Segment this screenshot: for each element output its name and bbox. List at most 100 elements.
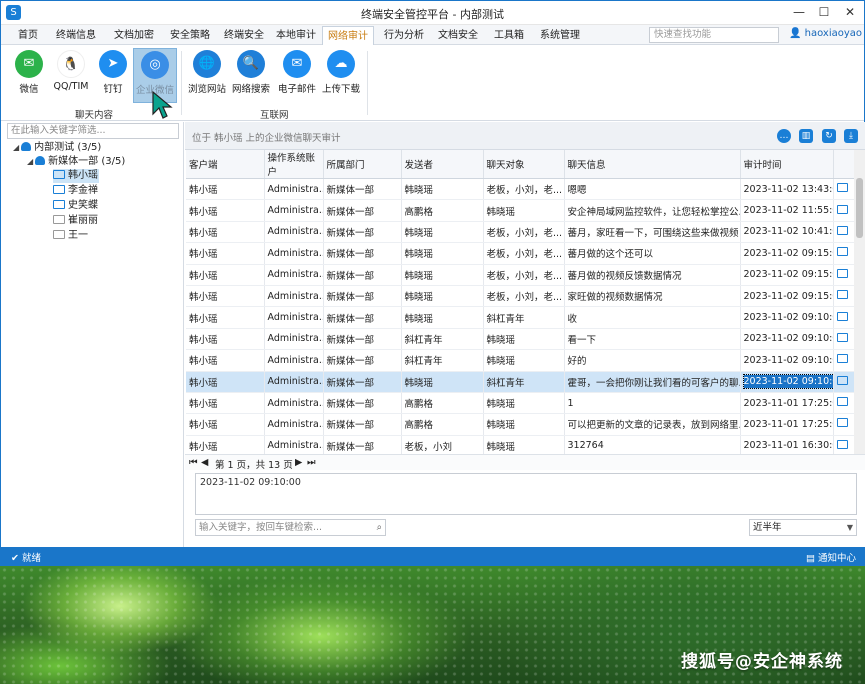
table-cell: 老板，小刘 [401, 435, 484, 454]
maximize-button[interactable]: ☐ [811, 3, 837, 21]
table-cell: 收 [564, 306, 741, 329]
search-icon[interactable]: ⌕ [377, 520, 382, 535]
username: haoxiaoyao ▾ [804, 28, 865, 39]
screen-view-icon[interactable] [833, 371, 854, 393]
table-cell: 高鹏格 [401, 199, 484, 222]
menu-terminal-info[interactable]: 终端信息 [47, 26, 105, 45]
column-header[interactable]: 操作系统账户 [264, 150, 324, 179]
screen-view-icon[interactable] [833, 435, 854, 454]
screen-view-icon[interactable] [833, 328, 854, 351]
tree-node-pc[interactable]: 史笑蝶 [53, 199, 98, 213]
menu-home[interactable]: 首页 [9, 26, 47, 45]
ribbon-web-search-button[interactable]: 🔍 网络搜索 [229, 48, 273, 103]
download-icon[interactable]: ⤓ [844, 129, 858, 143]
table-row[interactable]: 韩小瑶 Administra... 新媒体一部 韩晓瑶 老板，小刘，老... 家旺做的视频… [186, 285, 854, 308]
web-search-icon: 🔍 [237, 50, 265, 78]
column-header[interactable]: 审计时间 [740, 150, 834, 179]
tree-node-pc[interactable]: 韩小瑶 [53, 169, 99, 183]
screen-view-icon[interactable] [833, 221, 854, 244]
dingtalk-icon: ➤ [99, 50, 127, 78]
column-header[interactable]: 聊天信息 [564, 150, 741, 179]
collapse-icon[interactable]: ◢ [27, 157, 33, 166]
tree-node-org[interactable]: ◢ 内部测试 (3/5) [13, 141, 101, 155]
keyword-search-input[interactable]: 输入关键字，按回车键检索... ⌕ [195, 519, 386, 536]
menu-security-policy[interactable]: 安全策略 [161, 26, 219, 45]
table-row[interactable]: 韩小瑶 Administra... 新媒体一部 韩晓瑶 老板，小刘，老... 嗯嗯 2023… [186, 178, 854, 201]
scrollbar-thumb[interactable] [856, 178, 863, 238]
table-row[interactable]: 韩小瑶 Administra... 新媒体一部 高鹏格 韩晓瑶 安企神局域网监控软件，让您… [186, 199, 854, 222]
screen-view-icon[interactable] [833, 199, 854, 222]
table-scrollbar[interactable] [854, 150, 865, 454]
ribbon-browse-web-button[interactable]: 🌐 浏览网站 [185, 48, 229, 103]
ribbon-upload-download-button[interactable]: ☁ 上传下载 [319, 48, 363, 103]
prev-page-icon[interactable]: ◀ [201, 457, 208, 468]
columns-icon[interactable]: ▥ [799, 129, 813, 143]
ribbon-qq-button[interactable]: 🐧 QQ/TIM [49, 48, 93, 103]
first-page-icon[interactable]: ⏮ [189, 457, 198, 468]
ribbon-wechat-button[interactable]: ✉ 微信 [7, 48, 51, 103]
menu-behavior-analysis[interactable]: 行为分析 [377, 26, 431, 45]
screen-view-icon[interactable] [833, 264, 854, 286]
table-row[interactable]: 韩小瑶 Administra... 新媒体一部 韩晓瑶 斜杠青年 霍哥，一会把你刚让我们看… [186, 371, 854, 393]
column-header[interactable]: 客户端 [186, 150, 265, 179]
notification-center[interactable]: ▤ 通知中心 [806, 550, 856, 564]
table-row[interactable]: 韩小瑶 Administra... 新媒体一部 斜杠青年 韩晓瑶 好的 2023-11-02… [186, 349, 854, 372]
ribbon-group-internet-label: 互联网 [260, 110, 289, 121]
screen-view-icon[interactable] [833, 285, 854, 308]
menu-bar: 首页 终端信息 文档加密 安全策略 终端安全 本地审计 网络审计 行为分析 文档… [1, 25, 865, 45]
tree-node-pc[interactable]: 李金禅 [53, 184, 98, 198]
column-header[interactable]: 所属部门 [323, 150, 402, 179]
table-row[interactable]: 韩小瑶 Administra... 新媒体一部 韩晓瑶 老板，小刘，老... 蕃月，家旺看… [186, 221, 854, 244]
table-row[interactable]: 韩小瑶 Administra... 新媒体一部 斜杠青年 韩晓瑶 看一下 2023-11-0… [186, 328, 854, 351]
table-row[interactable]: 韩小瑶 Administra... 新媒体一部 韩晓瑶 斜杠青年收 2023-11-02 … [186, 306, 854, 329]
next-page-icon[interactable]: ▶ [295, 457, 302, 468]
table-row[interactable]: 韩小瑶 Administra... 新媒体一部 高鹏格 韩晓瑶 1 2023-11-01 1… [186, 392, 854, 415]
refresh-icon[interactable]: ↻ [822, 129, 836, 143]
close-button[interactable]: ✕ [837, 3, 863, 21]
column-header[interactable]: 发送者 [401, 150, 484, 179]
menu-system-manage[interactable]: 系统管理 [533, 26, 587, 45]
menu-terminal-security[interactable]: 终端安全 [215, 26, 273, 45]
table-row[interactable]: 韩小瑶 Administra... 新媒体一部 韩晓瑶 老板，小刘，老... 蕃月做的这个… [186, 242, 854, 265]
time-range-select[interactable]: 近半年 ▼ [749, 519, 857, 536]
ribbon-label: 电子邮件 [277, 84, 316, 95]
table-cell: 韩晓瑶 [401, 242, 484, 265]
menu-toolbox[interactable]: 工具箱 [487, 26, 531, 45]
screen-view-icon[interactable] [833, 242, 854, 265]
tree-node-pc[interactable]: 王一 [53, 229, 88, 243]
user-menu[interactable]: 👤 haoxiaoyao ▾ [789, 28, 865, 39]
ribbon-label: 上传下载 [321, 84, 360, 95]
table-cell: Administra... [264, 242, 324, 265]
table-row[interactable]: 韩小瑶 Administra... 新媒体一部 老板，小刘 韩晓瑶 312764 2023-… [186, 435, 854, 454]
menu-local-audit[interactable]: 本地审计 [267, 26, 325, 45]
table-cell: 韩小瑶 [186, 306, 265, 329]
table-cell: 霍哥，一会把你刚让我们看的可客户的聊... [564, 371, 741, 393]
screen-view-icon[interactable] [833, 392, 854, 415]
screen-view-icon[interactable] [833, 413, 854, 436]
tree-node-dept[interactable]: ◢ 新媒体一部 (3/5) [27, 155, 125, 169]
table-row[interactable]: 韩小瑶 Administra... 新媒体一部 韩晓瑶 老板，小刘，老... 蕃月做的视频… [186, 264, 854, 286]
ribbon-dingtalk-button[interactable]: ➤ 钉钉 [91, 48, 135, 103]
last-page-icon[interactable]: ⏭ [307, 457, 316, 468]
sidebar-filter-input[interactable]: 在此输入关键字筛选... [7, 123, 179, 139]
menu-doc-security[interactable]: 文档安全 [431, 26, 485, 45]
table-cell: 2023-11-01 16:30:00 [740, 435, 834, 454]
table-cell: 2023-11-01 17:25:00 [740, 413, 834, 436]
tree-node-pc[interactable]: 崔丽丽 [53, 214, 98, 228]
screen-view-icon[interactable] [833, 178, 854, 201]
watermark-text: 搜狐号@安企神系统 [681, 652, 843, 672]
table-cell: 新媒体一部 [323, 285, 402, 308]
table-row[interactable]: 韩小瑶 Administra... 新媒体一部 高鹏格 韩晓瑶 可以把更新的文章的记录表，… [186, 413, 854, 436]
ribbon-email-button[interactable]: ✉ 电子邮件 [275, 48, 319, 103]
chat-icon[interactable]: … [777, 129, 791, 143]
column-header[interactable]: 聊天对象 [483, 150, 565, 179]
minimize-button[interactable]: — [786, 3, 812, 21]
menu-doc-encrypt[interactable]: 文档加密 [105, 26, 163, 45]
screen-view-icon[interactable] [833, 306, 854, 329]
menu-network-audit[interactable]: 网络审计 [322, 26, 374, 45]
ribbon-label: 网络搜索 [231, 84, 270, 95]
table-cell: 2023-11-02 13:43:00 [740, 178, 834, 201]
quick-search-input[interactable]: 快速查找功能 [649, 27, 779, 43]
screen-view-icon[interactable] [833, 349, 854, 372]
collapse-icon[interactable]: ◢ [13, 143, 19, 152]
